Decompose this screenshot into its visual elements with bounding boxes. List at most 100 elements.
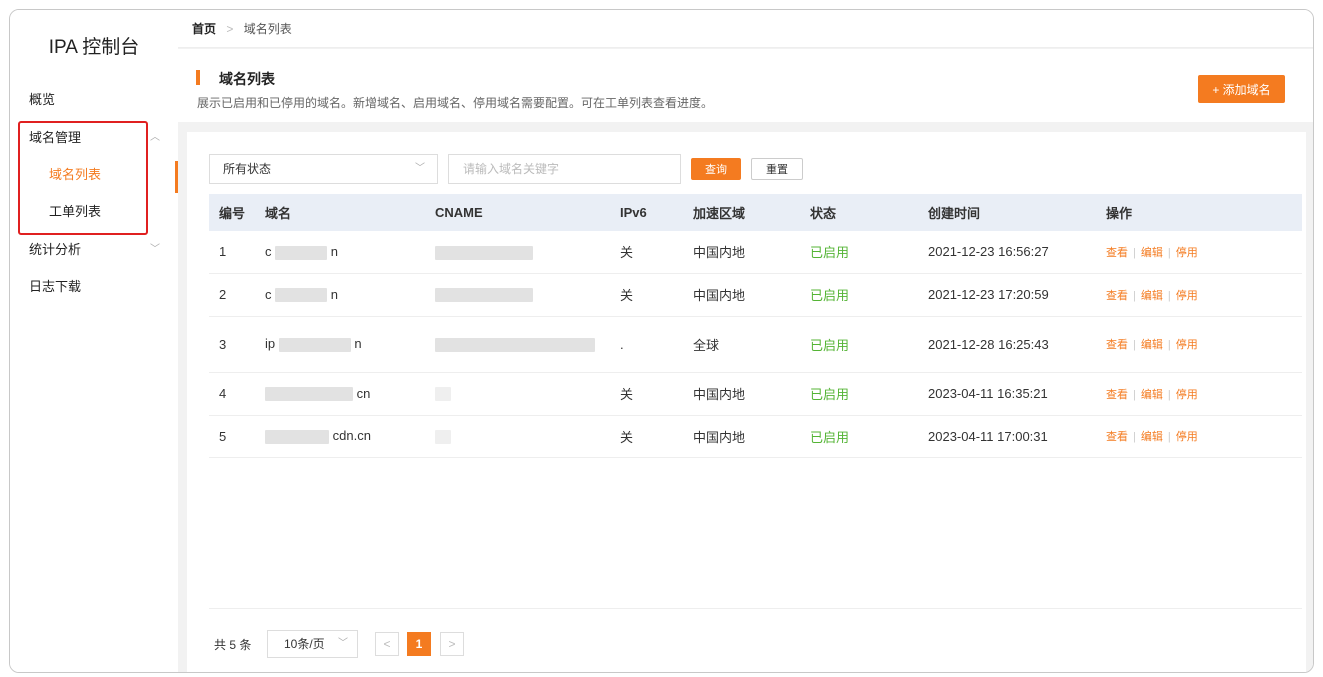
add-domain-button[interactable]: + 添加域名 bbox=[1198, 75, 1285, 103]
page-size-select[interactable]: 10条/页 ﹀ bbox=[267, 630, 358, 658]
status-select[interactable]: 所有状态 ﹀ bbox=[209, 154, 438, 184]
sidebar-item-label: 统计分析 bbox=[29, 242, 82, 257]
divider: | bbox=[1167, 289, 1171, 302]
divider: | bbox=[1133, 339, 1136, 351]
created-time-cell: 2023-04-11 17:00:31 bbox=[928, 415, 1106, 458]
column-header: 状态 bbox=[810, 206, 837, 221]
view-link[interactable]: 查看 bbox=[1106, 389, 1128, 401]
domain-prefix: c bbox=[265, 286, 272, 302]
redacted-text bbox=[265, 387, 353, 402]
query-button[interactable]: 查询 bbox=[691, 158, 741, 180]
redacted-text bbox=[265, 429, 329, 444]
domain-search-input[interactable] bbox=[448, 154, 681, 184]
total-count: 共 5 条 bbox=[214, 638, 252, 652]
sidebar-item-statistics[interactable]: 统计分析 ﹀ bbox=[10, 234, 178, 266]
page-size-value: 10条/页 bbox=[284, 637, 325, 651]
app-title: IPA 控制台 bbox=[48, 37, 140, 58]
created-time-cell: 2021-12-23 17:20:59 bbox=[928, 273, 1106, 317]
view-link[interactable]: 查看 bbox=[1106, 339, 1128, 351]
chevron-down-icon: ﹀ bbox=[150, 244, 160, 255]
column-header: 编号 bbox=[219, 206, 246, 221]
ipv6-cell: . bbox=[620, 316, 693, 373]
edit-link[interactable]: 编辑 bbox=[1141, 290, 1163, 302]
column-header: CNAME bbox=[435, 205, 483, 220]
ipv6-cell: 关 bbox=[620, 273, 693, 317]
region-cell: 中国内地 bbox=[693, 372, 810, 416]
region-cell: 全球 bbox=[693, 316, 810, 373]
disable-link[interactable]: 停用 bbox=[1176, 389, 1198, 401]
disable-link[interactable]: 停用 bbox=[1176, 290, 1198, 302]
sidebar-item-label: 日志下载 bbox=[29, 279, 82, 294]
actions-cell: 查看 | 编辑 | 停用 bbox=[1106, 316, 1302, 373]
title-accent-bar bbox=[196, 70, 200, 85]
disable-link[interactable]: 停用 bbox=[1176, 247, 1198, 259]
cname-cell bbox=[435, 372, 620, 416]
table-row: 1 c n 关 中国内地 已启用 2021-12-23 16:56:27 查看 |… bbox=[209, 231, 1302, 274]
row-number: 2 bbox=[209, 273, 265, 317]
next-page-button[interactable]: > bbox=[440, 632, 464, 656]
divider: | bbox=[1133, 388, 1136, 401]
divider bbox=[209, 608, 1302, 609]
domain-cell: ip n bbox=[265, 316, 435, 373]
table-row: 4 cn 关 中国内地 已启用 2023-04-11 16:35:21 查看 | 编… bbox=[209, 372, 1302, 416]
chevron-up-icon: ︿ bbox=[150, 132, 160, 143]
row-number: 4 bbox=[209, 372, 265, 416]
view-link[interactable]: 查看 bbox=[1106, 290, 1128, 302]
view-link[interactable]: 查看 bbox=[1106, 431, 1128, 443]
sidebar-item-overview[interactable]: 概览 bbox=[10, 84, 178, 116]
sidebar-item-label: 概览 bbox=[29, 92, 56, 107]
divider: | bbox=[1133, 431, 1136, 443]
divider: | bbox=[1167, 431, 1171, 443]
cname-cell bbox=[435, 415, 620, 458]
edit-link[interactable]: 编辑 bbox=[1141, 431, 1163, 443]
highlight-annotation-box bbox=[18, 121, 148, 235]
status-badge: 已启用 bbox=[810, 372, 928, 416]
actions-cell: 查看 | 编辑 | 停用 bbox=[1106, 273, 1302, 317]
disable-link[interactable]: 停用 bbox=[1176, 431, 1198, 443]
disable-link[interactable]: 停用 bbox=[1176, 339, 1198, 351]
created-time-cell: 2023-04-11 16:35:21 bbox=[928, 372, 1106, 416]
column-header: IPv6 bbox=[620, 205, 647, 220]
table-row: 2 c n 关 中国内地 已启用 2021-12-23 17:20:59 查看 |… bbox=[209, 273, 1302, 317]
region-cell: 中国内地 bbox=[693, 415, 810, 458]
redacted-text bbox=[435, 337, 595, 352]
column-header: 操作 bbox=[1106, 206, 1133, 221]
actions-cell: 查看 | 编辑 | 停用 bbox=[1106, 415, 1302, 458]
sidebar: IPA 控制台 概览 域名管理 ︿ 域名列表 工单列表 统计分析 ﹀ 日志下载 bbox=[10, 10, 178, 672]
domain-cell: cn bbox=[265, 372, 435, 416]
ipv6-cell: 关 bbox=[620, 415, 693, 458]
region-cell: 中国内地 bbox=[693, 273, 810, 317]
redacted-text bbox=[275, 245, 328, 260]
redacted-text bbox=[435, 387, 451, 402]
ipv6-cell: 关 bbox=[620, 231, 693, 274]
page-button-current[interactable]: 1 bbox=[407, 632, 431, 656]
edit-link[interactable]: 编辑 bbox=[1141, 339, 1163, 351]
domain-suffix: n bbox=[330, 243, 338, 259]
redacted-text bbox=[435, 288, 533, 303]
sidebar-item-log-download[interactable]: 日志下载 bbox=[10, 271, 178, 303]
actions-cell: 查看 | 编辑 | 停用 bbox=[1106, 372, 1302, 416]
edit-link[interactable]: 编辑 bbox=[1141, 389, 1163, 401]
view-link[interactable]: 查看 bbox=[1106, 247, 1128, 259]
cname-cell bbox=[435, 273, 620, 317]
divider: | bbox=[1133, 289, 1136, 302]
page-description: 展示已启用和已停用的域名。新增域名、启用域名、停用域名需要配置。可在工单列表查看… bbox=[197, 96, 714, 110]
status-badge: 已启用 bbox=[810, 415, 928, 458]
console-window: IPA 控制台 概览 域名管理 ︿ 域名列表 工单列表 统计分析 ﹀ 日志下载 … bbox=[9, 9, 1314, 673]
chevron-right-icon: > bbox=[448, 637, 456, 651]
breadcrumb-home[interactable]: 首页 bbox=[192, 22, 216, 36]
prev-page-button[interactable]: < bbox=[375, 632, 399, 656]
chevron-down-icon: ﹀ bbox=[415, 163, 425, 174]
domain-table: 编号 域名 CNAME IPv6 加速区域 状态 创建时间 操作 1 c n 关… bbox=[209, 194, 1302, 458]
ipv6-cell: 关 bbox=[620, 372, 693, 416]
reset-button[interactable]: 重置 bbox=[751, 158, 803, 180]
divider: | bbox=[1133, 246, 1136, 259]
status-badge: 已启用 bbox=[810, 231, 928, 274]
breadcrumb: 首页 > 域名列表 bbox=[178, 10, 1313, 48]
column-header: 创建时间 bbox=[928, 206, 981, 221]
region-cell: 中国内地 bbox=[693, 231, 810, 274]
edit-link[interactable]: 编辑 bbox=[1141, 247, 1163, 259]
chevron-left-icon: < bbox=[383, 637, 391, 651]
status-select-value: 所有状态 bbox=[223, 162, 272, 176]
table-row: 5 cdn.cn 关 中国内地 已启用 2023-04-11 17:00:31 … bbox=[209, 415, 1302, 458]
